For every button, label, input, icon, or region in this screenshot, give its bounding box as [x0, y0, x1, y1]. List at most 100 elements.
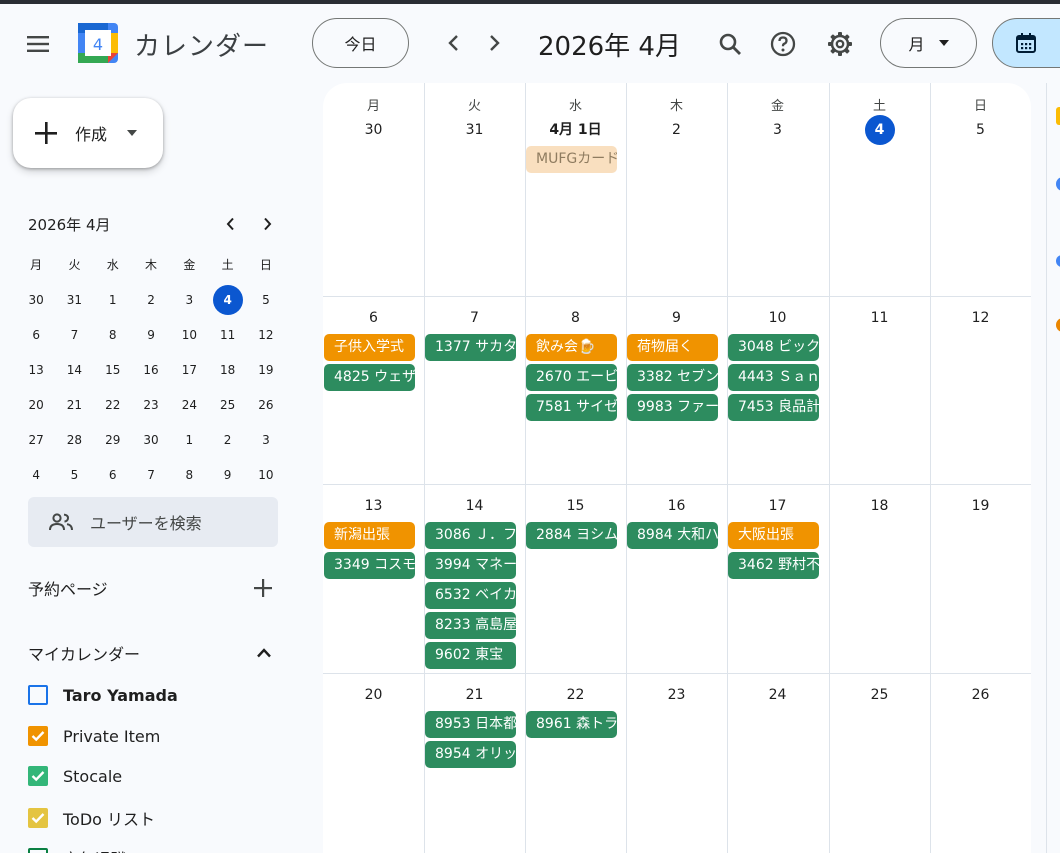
mini-day-cell[interactable]: 5	[247, 282, 285, 317]
day-number[interactable]: 4	[829, 115, 930, 145]
day-number[interactable]: 15	[525, 491, 626, 521]
event-chip[interactable]: 3349 コスモ	[324, 552, 415, 579]
day-number[interactable]: 18	[829, 491, 930, 521]
event-chip[interactable]: 4443 Ｓａｎ	[728, 364, 819, 391]
day-number[interactable]: 2	[626, 115, 727, 145]
prev-month-button[interactable]	[437, 26, 471, 60]
day-number[interactable]: 20	[323, 680, 424, 710]
mini-day-cell[interactable]: 2	[208, 422, 246, 457]
checkbox-checked-icon[interactable]	[28, 808, 48, 828]
day-number[interactable]: 14	[424, 491, 525, 521]
day-number[interactable]: 22	[525, 680, 626, 710]
event-chip[interactable]: 8984 大和ハ	[627, 522, 718, 549]
mini-day-cell[interactable]: 14	[55, 352, 93, 387]
mini-day-cell[interactable]: 27	[17, 422, 55, 457]
event-chip[interactable]: 3462 野村不	[728, 552, 819, 579]
mini-day-cell[interactable]: 5	[55, 457, 93, 492]
day-number[interactable]: 25	[829, 680, 930, 710]
mini-day-cell[interactable]: 23	[132, 387, 170, 422]
mini-day-cell[interactable]: 11	[208, 317, 246, 352]
event-chip[interactable]: 8954 オリッ	[425, 741, 516, 768]
event-chip[interactable]: 新潟出張	[324, 522, 415, 549]
calendar-list-item[interactable]: Taro Yamada	[28, 685, 178, 705]
event-chip[interactable]: 8961 森トラ	[526, 711, 617, 738]
mini-day-cell[interactable]: 2	[132, 282, 170, 317]
mini-prev-month-button[interactable]	[218, 212, 242, 236]
event-chip[interactable]: 8953 日本都	[425, 711, 516, 738]
mini-day-cell[interactable]: 25	[208, 387, 246, 422]
mini-day-cell[interactable]: 17	[170, 352, 208, 387]
next-month-button[interactable]	[477, 26, 511, 60]
calendar-list-item[interactable]: Private Item	[28, 726, 160, 746]
settings-button[interactable]	[820, 24, 860, 64]
mini-day-cell[interactable]: 3	[170, 282, 208, 317]
event-chip[interactable]: 2670 エービ	[526, 364, 617, 391]
mini-next-month-button[interactable]	[255, 212, 279, 236]
contacts-icon[interactable]	[1056, 255, 1060, 267]
event-chip[interactable]: 3086 Ｊ．フ	[425, 522, 516, 549]
day-number[interactable]: 21	[424, 680, 525, 710]
tasks-icon[interactable]	[1056, 177, 1060, 191]
mini-day-cell[interactable]: 6	[17, 317, 55, 352]
day-number[interactable]: 6	[323, 303, 424, 333]
mini-day-cell[interactable]: 4	[17, 457, 55, 492]
mini-day-cell[interactable]: 7	[55, 317, 93, 352]
event-chip[interactable]: 7453 良品計	[728, 394, 819, 421]
mini-day-cell[interactable]: 9	[132, 317, 170, 352]
mini-day-cell[interactable]: 8	[94, 317, 132, 352]
day-number[interactable]: 3	[727, 115, 828, 145]
checkbox-unchecked-icon[interactable]	[28, 848, 48, 853]
day-number[interactable]: 9	[626, 303, 727, 333]
mini-day-cell[interactable]: 7	[132, 457, 170, 492]
mini-day-cell[interactable]: 21	[55, 387, 93, 422]
mini-day-cell[interactable]: 1	[170, 422, 208, 457]
day-number[interactable]: 5	[930, 115, 1031, 145]
day-number[interactable]: 12	[930, 303, 1031, 333]
day-number[interactable]: 30	[323, 115, 424, 145]
user-search-input[interactable]: ユーザーを検索	[28, 497, 278, 547]
event-chip[interactable]: 子供入学式	[324, 334, 415, 361]
view-select-dropdown[interactable]: 月	[880, 18, 977, 68]
calendar-view-toggle[interactable]	[992, 18, 1060, 68]
add-booking-page-icon[interactable]	[254, 579, 272, 597]
my-calendars-section[interactable]: マイカレンダー	[28, 641, 278, 665]
mini-day-cell[interactable]: 13	[17, 352, 55, 387]
mini-day-cell[interactable]: 10	[247, 457, 285, 492]
day-number[interactable]: 26	[930, 680, 1031, 710]
event-chip[interactable]: 3994 マネー	[425, 552, 516, 579]
day-number[interactable]: 10	[727, 303, 828, 333]
event-chip[interactable]: 9602 東宝	[425, 642, 516, 669]
mini-day-cell[interactable]: 30	[132, 422, 170, 457]
mini-day-cell[interactable]: 3	[247, 422, 285, 457]
maps-icon[interactable]	[1056, 318, 1060, 332]
event-chip[interactable]: 2884 ヨシム	[526, 522, 617, 549]
event-chip[interactable]: 大阪出張	[728, 522, 819, 549]
day-number[interactable]: 23	[626, 680, 727, 710]
event-chip[interactable]: 9983 ファー	[627, 394, 718, 421]
day-number[interactable]: 19	[930, 491, 1031, 521]
calendar-list-item[interactable]: 定年退職	[28, 846, 127, 853]
mini-day-cell[interactable]: 16	[132, 352, 170, 387]
mini-day-cell[interactable]: 22	[94, 387, 132, 422]
event-chip[interactable]: 3048 ビック	[728, 334, 819, 361]
event-chip[interactable]: 6532 ベイカ	[425, 582, 516, 609]
day-number[interactable]: 4月 1日	[525, 115, 626, 145]
mini-day-cell[interactable]: 8	[170, 457, 208, 492]
day-number[interactable]: 13	[323, 491, 424, 521]
search-button[interactable]	[710, 24, 750, 64]
create-button[interactable]: 作成	[13, 98, 163, 168]
event-chip[interactable]: 荷物届く	[627, 334, 718, 361]
day-number[interactable]: 24	[727, 680, 828, 710]
checkbox-checked-icon[interactable]	[28, 726, 48, 746]
calendar-logo-icon[interactable]: 4	[78, 23, 118, 63]
mini-day-cell[interactable]: 15	[94, 352, 132, 387]
day-number[interactable]: 8	[525, 303, 626, 333]
mini-day-cell[interactable]: 20	[17, 387, 55, 422]
mini-day-cell[interactable]: 4	[208, 282, 246, 317]
mini-day-cell[interactable]: 29	[94, 422, 132, 457]
mini-day-cell[interactable]: 10	[170, 317, 208, 352]
mini-day-cell[interactable]: 18	[208, 352, 246, 387]
keep-icon[interactable]	[1056, 107, 1060, 125]
mini-day-cell[interactable]: 6	[94, 457, 132, 492]
today-button[interactable]: 今日	[312, 18, 409, 68]
